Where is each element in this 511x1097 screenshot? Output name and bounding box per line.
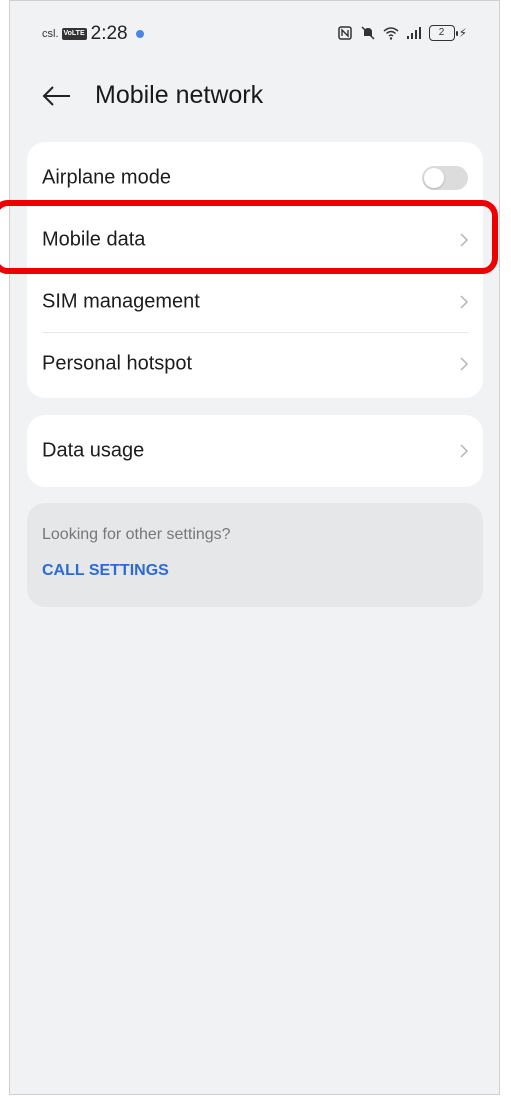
signal-icon — [406, 27, 421, 39]
chevron-right-icon — [460, 444, 469, 458]
status-bar: csl. VoLTE 2:28 2 ⚡ — [10, 1, 499, 67]
chevron-right-icon — [460, 357, 469, 371]
nfc-icon — [337, 26, 352, 40]
data-usage-label: Data usage — [42, 439, 145, 462]
personal-hotspot-label: Personal hotspot — [42, 352, 193, 375]
notification-icon — [135, 30, 144, 38]
data-usage-card: Data usage — [27, 415, 483, 487]
call-settings-link[interactable]: CALL SETTINGS — [42, 562, 169, 580]
sim-management-label: SIM management — [42, 290, 200, 313]
wifi-icon — [383, 27, 399, 40]
other-settings-text: Looking for other settings? — [42, 526, 231, 543]
back-arrow-icon[interactable] — [40, 81, 74, 111]
carrier-name: csl. — [42, 28, 59, 40]
mobile-data-row[interactable]: Mobile data — [27, 209, 483, 271]
chevron-right-icon — [460, 295, 469, 309]
data-usage-row[interactable]: Data usage — [27, 420, 483, 482]
mute-icon — [361, 26, 375, 40]
volte-badge: VoLTE — [61, 28, 87, 40]
airplane-mode-toggle[interactable] — [422, 166, 468, 190]
toggle-knob — [424, 168, 444, 188]
sim-management-row[interactable]: SIM management — [27, 271, 483, 333]
battery-icon: 2 ⚡ — [428, 25, 467, 41]
airplane-mode-label: Airplane mode — [42, 166, 171, 189]
other-settings-card: Looking for other settings? CALL SETTING… — [27, 503, 483, 607]
network-settings-card: Airplane mode Mobile data SIM management… — [27, 142, 483, 398]
page-title: Mobile network — [95, 81, 264, 109]
airplane-mode-row[interactable]: Airplane mode — [27, 147, 483, 209]
chevron-right-icon — [460, 233, 469, 247]
personal-hotspot-row[interactable]: Personal hotspot — [27, 333, 483, 395]
status-time: 2:28 — [90, 23, 128, 44]
phone-screen: csl. VoLTE 2:28 2 ⚡ Mobile network Airpl… — [9, 0, 500, 1095]
charging-icon: ⚡ — [458, 26, 467, 40]
battery-level: 2 — [428, 25, 455, 41]
mobile-data-label: Mobile data — [42, 228, 146, 251]
page-header: Mobile network — [10, 71, 499, 121]
